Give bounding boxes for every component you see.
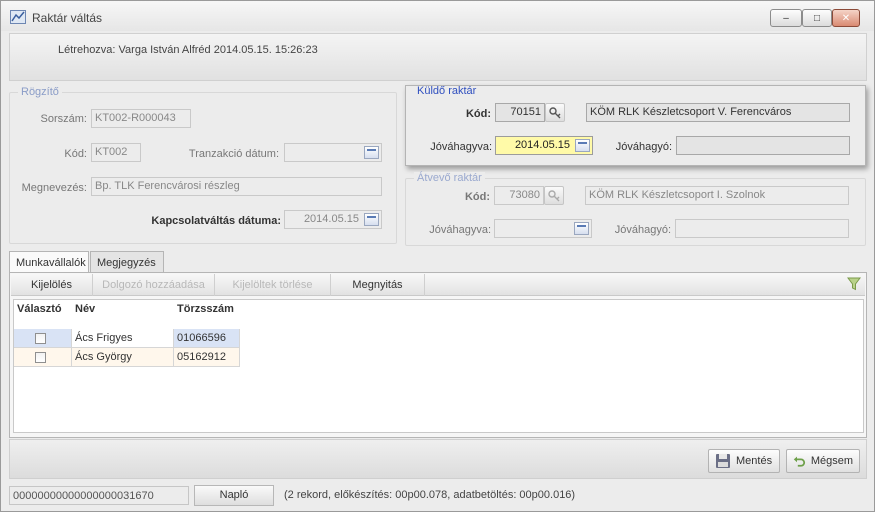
kijeloltek-torlese-button[interactable]: Kijelöltek törlése	[215, 274, 331, 296]
kuldo-jovahagyva-label: Jóváhagyva:	[430, 141, 492, 153]
kuldo-kod-field[interactable]: 70151	[495, 103, 545, 122]
grid-cell-name[interactable]: Ács Frigyes	[72, 329, 174, 348]
kuldo-name-field[interactable]: KÖM RLK Készletcsoport V. Ferencváros	[586, 103, 850, 122]
sorszam-label: Sorszám:	[40, 113, 87, 125]
close-button[interactable]: ✕	[832, 9, 860, 27]
megnevezes-label: Megnevezés:	[21, 182, 87, 194]
kuldo-legend: Küldő raktár	[417, 85, 477, 97]
atvevo-jovahagyo-label: Jóváhagyó:	[614, 224, 671, 236]
column-header-valaszto[interactable]: Választó	[14, 300, 72, 320]
atvevo-jovahagyo-field[interactable]	[675, 219, 849, 238]
save-button[interactable]: Mentés	[708, 449, 780, 473]
employee-grid: Választó Név Törzsszám Ács Frigyes 01066…	[13, 299, 864, 433]
table-row[interactable]	[14, 329, 72, 348]
window-app-icon	[10, 10, 26, 24]
status-bar: 00000000000000000031670 Napló (2 rekord,…	[1, 482, 874, 512]
rogzito-kod-field[interactable]: KT002	[91, 143, 141, 162]
rogzito-kod-label: Kód:	[64, 148, 87, 160]
kuldo-jovahagyo-label: Jóváhagyó:	[615, 141, 672, 153]
sorszam-field[interactable]: KT002-R000043	[91, 109, 191, 128]
megnevezes-field[interactable]: Bp. TLK Ferencvárosi részleg	[91, 177, 382, 196]
calendar-icon[interactable]	[574, 222, 589, 235]
atvevo-jovahagyva-label: Jóváhagyva:	[429, 224, 491, 236]
main-window: Raktár váltás ‒ □ ✕ Létrehozva: Varga Is…	[0, 0, 875, 512]
naplo-button[interactable]: Napló	[194, 485, 274, 506]
undo-icon	[793, 456, 806, 467]
calendar-icon[interactable]	[364, 146, 379, 159]
table-row[interactable]	[14, 348, 72, 367]
cancel-button[interactable]: Mégsem	[786, 449, 860, 473]
dolgozo-hozzaadasa-button[interactable]: Dolgozó hozzáadása	[93, 274, 215, 296]
atvevo-jovahagyva-field[interactable]	[494, 219, 592, 238]
title-bar: Raktár váltás ‒ □ ✕	[1, 1, 874, 31]
grid-cell-id[interactable]: 01066596	[174, 329, 240, 348]
column-header-nev[interactable]: Név	[72, 300, 174, 320]
window-title: Raktár váltás	[32, 11, 103, 25]
calendar-icon[interactable]	[364, 213, 379, 226]
kuldo-kod-label: Kód:	[465, 108, 491, 120]
floppy-disk-icon	[716, 454, 730, 468]
created-info-text: Létrehozva: Varga István Alfréd 2014.05.…	[58, 44, 318, 56]
atvevo-name-field[interactable]: KÖM RLK Készletcsoport I. Szolnok	[585, 186, 849, 205]
tab-munkavallalok[interactable]: Munkavállalók	[9, 251, 89, 274]
calendar-icon[interactable]	[575, 139, 590, 152]
munkavallalok-panel: Kijelölés Dolgozó hozzáadása Kijelöltek …	[9, 272, 867, 438]
key-icon	[548, 189, 560, 201]
grid-cell-name[interactable]: Ács György	[72, 348, 174, 367]
kuldo-jovahagyo-field[interactable]	[676, 136, 850, 155]
atvevo-kod-field[interactable]: 73080	[494, 186, 544, 205]
grid-cell-id[interactable]: 05162912	[174, 348, 240, 367]
key-icon	[549, 106, 561, 118]
kijeloles-button[interactable]: Kijelölés	[11, 274, 93, 296]
column-header-torzsszam[interactable]: Törzsszám	[174, 300, 240, 320]
kuldo-raktar-group: Küldő raktár Kód: 70151 KÖM RLK Készletc…	[405, 85, 866, 166]
info-bar: Létrehozva: Varga István Alfréd 2014.05.…	[9, 33, 867, 81]
kuldo-lookup-key-icon[interactable]	[545, 103, 565, 122]
minimize-button[interactable]: ‒	[770, 9, 802, 27]
grid-toolbar: Kijelölés Dolgozó hozzáadása Kijelöltek …	[11, 274, 865, 296]
tranzakcio-datum-label: Tranzakció dátum:	[188, 148, 279, 160]
kapcsolatvaltas-datuma-label: Kapcsolatváltás dátuma:	[151, 215, 281, 227]
action-bar: Mentés Mégsem	[9, 439, 867, 479]
tranzakcio-datum-field[interactable]	[284, 143, 382, 162]
tab-megjegyzes[interactable]: Megjegyzés	[90, 251, 164, 273]
status-message: (2 rekord, előkészítés: 00p00.078, adatb…	[284, 489, 576, 501]
status-code-field: 00000000000000000031670	[9, 486, 189, 505]
row-select-checkbox[interactable]	[35, 352, 46, 363]
atvevo-legend: Átvevő raktár	[414, 172, 485, 184]
rogzito-legend: Rögzítő	[18, 86, 62, 98]
filter-icon[interactable]	[847, 277, 861, 291]
kuldo-jovahagyva-field[interactable]: 2014.05.15	[495, 136, 593, 155]
row-select-checkbox[interactable]	[35, 333, 46, 344]
kapcsolatvaltas-datuma-field[interactable]: 2014.05.15	[284, 210, 382, 229]
atvevo-lookup-key-icon[interactable]	[544, 186, 564, 205]
maximize-button[interactable]: □	[802, 9, 832, 27]
megnyitas-button[interactable]: Megnyitás	[331, 274, 425, 296]
atvevo-kod-label: Kód:	[464, 191, 490, 203]
